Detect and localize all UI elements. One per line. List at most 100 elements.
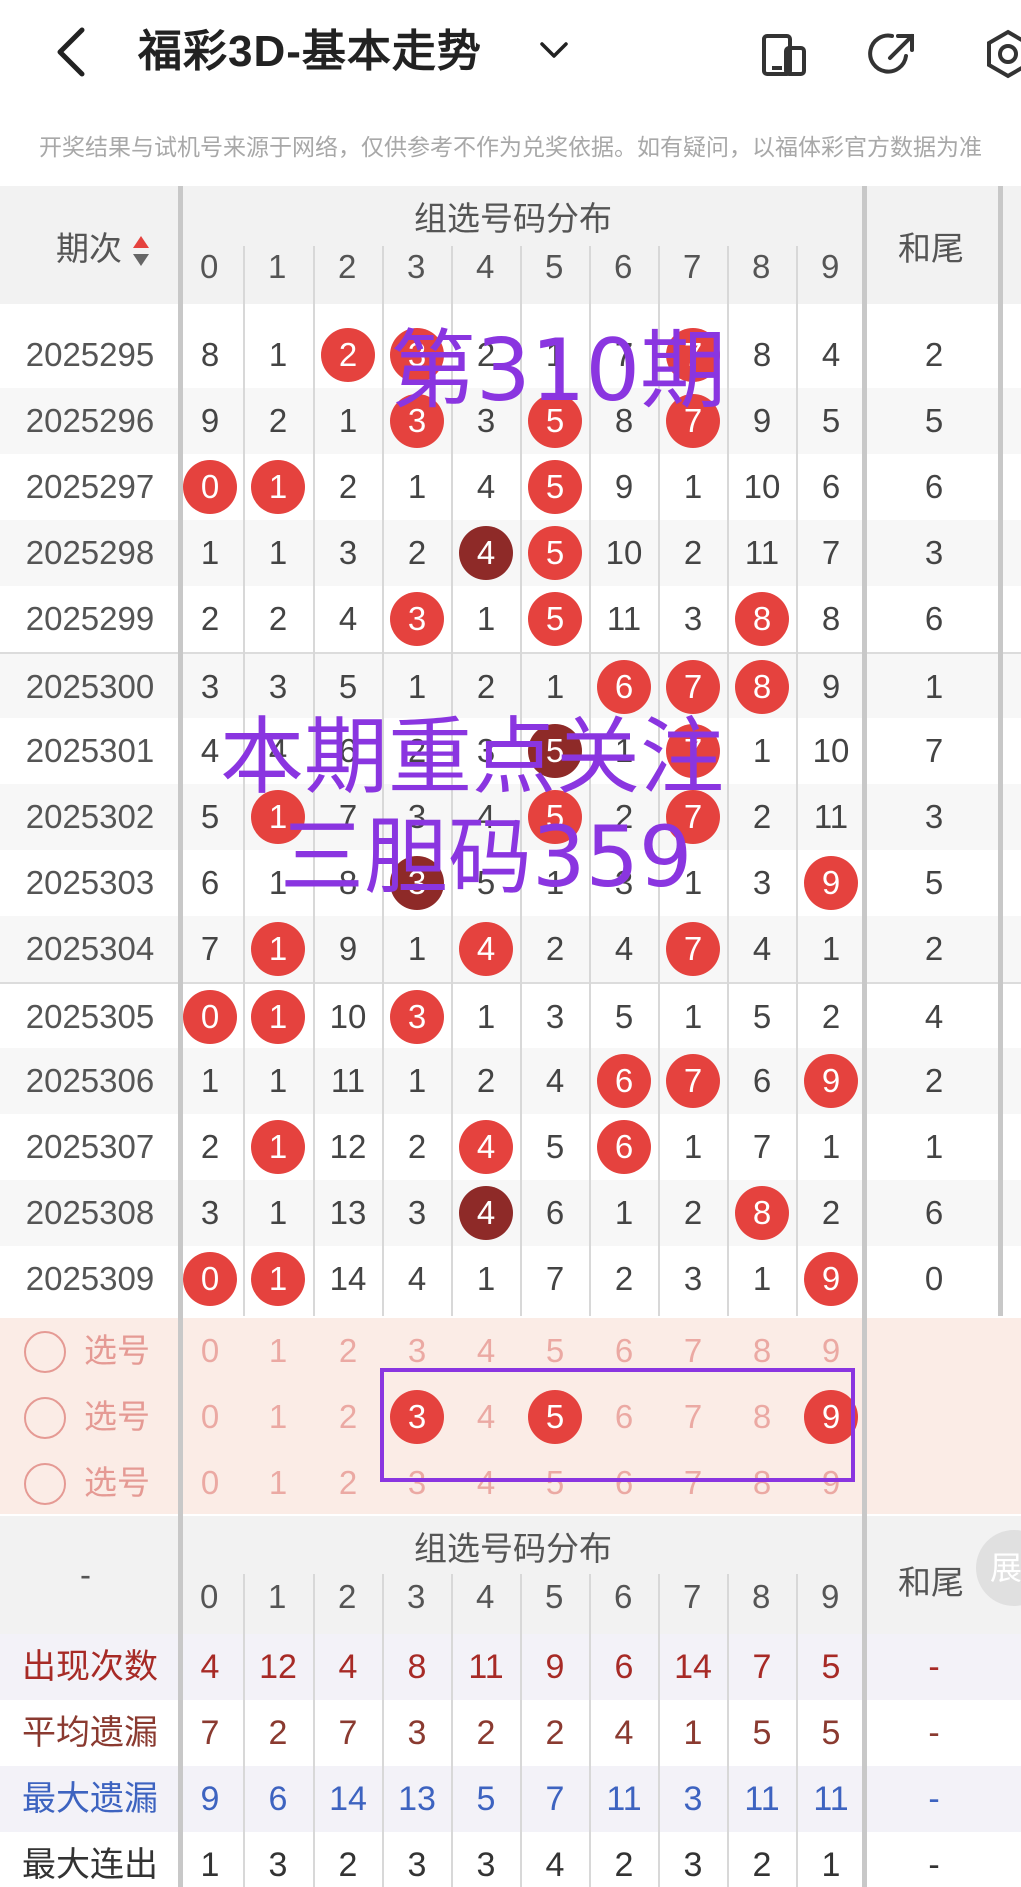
table-row: 2025309 0 1 14 4 1 7 2 3 1 9 0 [0, 1246, 1021, 1312]
omission-cell: 2 [545, 930, 565, 967]
omission-cell: 5 [545, 1128, 565, 1165]
omission-cell: 11 [744, 534, 780, 571]
omission-cell: 11 [606, 600, 642, 637]
stats-digit-header-3: 3 [407, 1578, 426, 1615]
omission-cell: 7 [200, 930, 220, 967]
pick-number[interactable]: 1 [244, 1384, 312, 1450]
stats-value: 7 [200, 1714, 220, 1752]
pick-number[interactable]: 0 [176, 1450, 244, 1516]
omission-cell: 9 [821, 668, 841, 705]
stats-value: 3 [476, 1846, 496, 1884]
tail-cell: 2 [924, 336, 944, 373]
stats-value: 2 [752, 1846, 772, 1884]
stats-value: 11 [744, 1780, 780, 1818]
period-cell: 2025307 [25, 1128, 155, 1165]
omission-cell: 1 [268, 1194, 288, 1231]
stats-digit-header-7: 7 [683, 1578, 702, 1615]
omission-cell: 6 [821, 468, 841, 505]
tail-cell: 6 [924, 600, 944, 637]
omission-cell: 8 [821, 600, 841, 637]
period-cell: 2025303 [25, 864, 155, 901]
pick-number[interactable]: 1 [244, 1450, 312, 1516]
grid-divider [727, 246, 729, 1316]
device-icon[interactable] [756, 26, 812, 82]
tail-cell: 4 [924, 998, 944, 1035]
omission-cell: 1 [338, 402, 358, 439]
stats-value: 11 [813, 1780, 849, 1818]
table-row: 2025306 1 1 11 1 2 4 6 7 6 9 2 [0, 1048, 1021, 1114]
period-header[interactable]: 期次 [56, 222, 151, 270]
drawn-number-ball: 9 [804, 856, 858, 910]
stats-digit-header-9: 9 [821, 1578, 840, 1615]
share-icon[interactable] [866, 26, 922, 82]
pick-radio[interactable] [24, 1463, 66, 1505]
drawn-number-ball: 5 [528, 460, 582, 514]
digit-header-0: 0 [200, 248, 219, 285]
drawn-number-ball: 6 [597, 1054, 651, 1108]
omission-cell: 1 [200, 1062, 220, 1099]
omission-cell: 1 [476, 998, 496, 1035]
stats-row: 最大连出 1 3 2 3 3 4 2 3 2 1 - [0, 1832, 1021, 1887]
grid-divider [998, 186, 1003, 1316]
stats-dash: - [80, 1556, 91, 1593]
omission-cell: 11 [330, 1062, 366, 1099]
omission-cell: 3 [407, 1194, 427, 1231]
omission-cell: 10 [743, 468, 781, 505]
omission-cell: 2 [476, 1062, 496, 1099]
grid-divider [313, 1574, 315, 1887]
disclaimer-text: 开奖结果与试机号来源于网络，仅供参考不作为兑奖依据。如有疑问，以福体彩官方数据为… [39, 134, 982, 160]
stats-value: 2 [268, 1714, 288, 1752]
drawn-number-ball: 4 [459, 1186, 513, 1240]
stats-value: 3 [683, 1780, 703, 1818]
stats-group-header: 组选号码分布 [414, 1530, 612, 1567]
omission-cell: 9 [200, 402, 220, 439]
pick-radio[interactable] [24, 1331, 66, 1373]
stats-row: 平均遗漏 7 2 7 3 2 2 4 1 5 5 - [0, 1700, 1021, 1766]
drawn-number-ball: 1 [251, 1252, 305, 1306]
omission-cell: 1 [200, 534, 220, 571]
grid-divider [243, 1574, 245, 1887]
omission-cell: 2 [200, 1128, 220, 1165]
omission-cell: 1 [268, 534, 288, 571]
settings-icon[interactable] [980, 26, 1021, 82]
page-title[interactable]: 福彩3D-基本走势 [138, 22, 482, 82]
pick-number[interactable]: 2 [314, 1318, 382, 1384]
omission-cell: 4 [752, 930, 772, 967]
pick-number[interactable]: 1 [244, 1318, 312, 1384]
omission-cell: 2 [821, 1194, 841, 1231]
sort-icon[interactable] [131, 232, 151, 270]
pick-number[interactable]: 0 [176, 1318, 244, 1384]
pick-radio[interactable] [24, 1397, 66, 1439]
stats-tail-value: - [928, 1714, 940, 1752]
stats-value: 12 [259, 1648, 297, 1686]
omission-cell: 2 [268, 600, 288, 637]
stats-value: 5 [821, 1714, 841, 1752]
omission-cell: 1 [476, 600, 496, 637]
omission-cell: 3 [338, 534, 358, 571]
omission-cell: 2 [752, 798, 772, 835]
omission-cell: 8 [200, 336, 220, 373]
grid-divider [796, 1574, 798, 1887]
period-cell: 2025296 [25, 402, 155, 439]
stats-value: 3 [407, 1714, 427, 1752]
stats-tail-header: 和尾 [898, 1564, 964, 1601]
pick-number[interactable]: 2 [314, 1450, 382, 1516]
pick-label[interactable]: 选号 [84, 1384, 150, 1450]
pick-number[interactable]: 0 [176, 1384, 244, 1450]
omission-cell: 3 [683, 1260, 703, 1297]
period-cell: 2025306 [25, 1062, 155, 1099]
back-icon[interactable] [48, 22, 92, 82]
period-cell: 2025305 [25, 998, 155, 1035]
drawn-number-ball: 7 [666, 922, 720, 976]
tail-header: 和尾 [898, 230, 964, 267]
pick-number[interactable]: 2 [314, 1384, 382, 1450]
table-row: 2025299 2 2 4 3 1 5 11 3 8 8 6 [0, 586, 1021, 652]
grid-divider [382, 1574, 384, 1887]
drawn-number-ball: 4 [459, 1120, 513, 1174]
pick-label[interactable]: 选号 [84, 1450, 150, 1516]
pick-label[interactable]: 选号 [84, 1318, 150, 1384]
period-cell: 2025308 [25, 1194, 155, 1231]
period-cell: 2025302 [25, 798, 155, 835]
chevron-down-icon[interactable] [534, 30, 574, 70]
drawn-number-ball: 3 [390, 592, 444, 646]
